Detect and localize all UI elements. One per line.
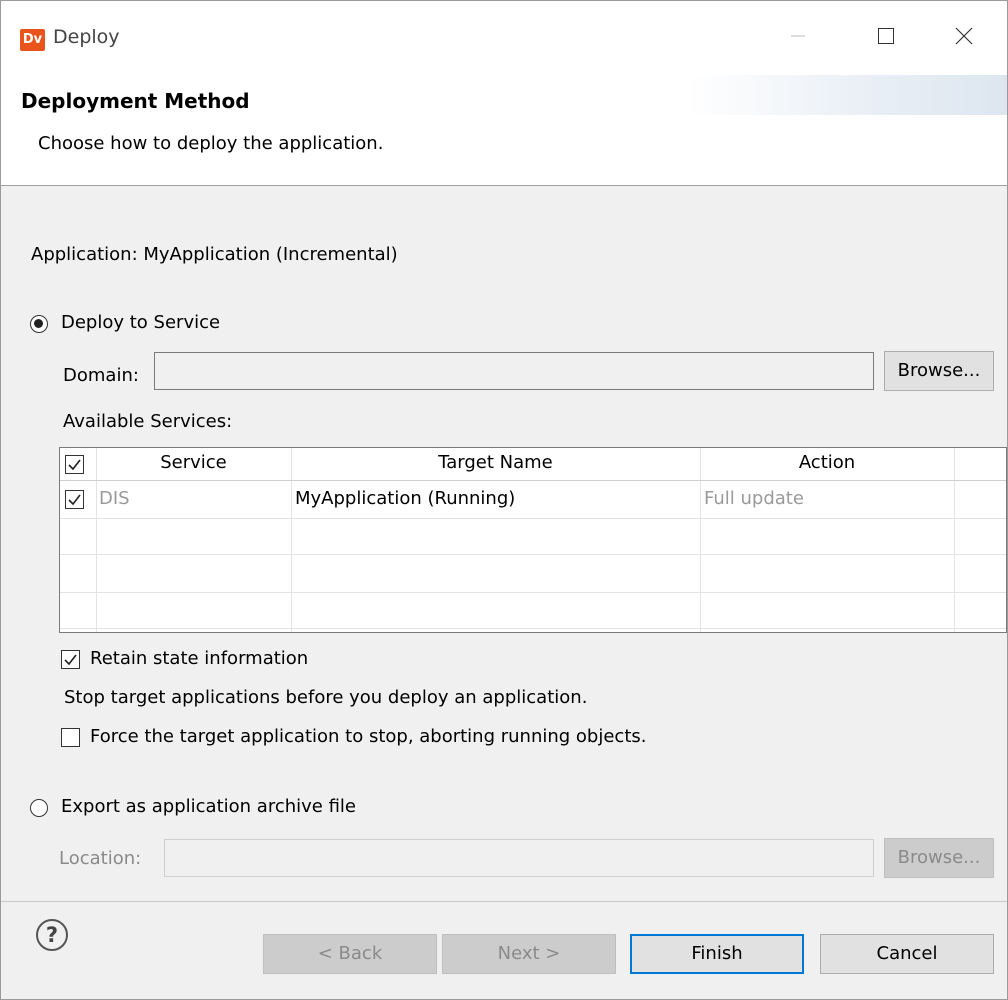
target-name-cell: MyApplication (Running) [295,488,516,509]
action-cell[interactable]: Full update [704,488,804,509]
check-icon [68,459,81,471]
force-stop-checkbox[interactable] [61,728,80,747]
title-bar: Dv Deploy [1,1,1007,75]
retain-state-checkbox[interactable] [61,650,80,669]
header-banner-graphic [687,75,1007,115]
column-header-target-name[interactable]: Target Name [291,452,700,473]
force-stop-label[interactable]: Force the target application to stop, ab… [90,726,647,747]
deploy-to-service-label[interactable]: Deploy to Service [61,312,220,333]
page-description: Choose how to deploy the application. [38,133,384,154]
service-cell: DIS [99,488,130,509]
maximize-button[interactable] [863,15,909,57]
deploy-dialog: Dv Deploy Deployment Method Choose how t… [0,0,1008,1000]
cancel-button[interactable]: Cancel [820,934,994,974]
next-button[interactable]: Next > [442,934,616,974]
location-label: Location: [59,848,142,869]
minimize-icon [791,35,805,37]
domain-label: Domain: [63,365,139,386]
check-icon [68,494,81,506]
finish-button[interactable]: Finish [630,934,804,974]
check-icon [64,654,77,666]
services-table: Service Target Name Action DIS MyApplica… [59,447,1007,633]
application-label: Application: MyApplication (Incremental) [31,244,398,265]
back-button[interactable]: < Back [263,934,437,974]
select-all-checkbox[interactable] [65,455,84,474]
export-archive-radio[interactable] [30,799,48,817]
domain-input[interactable] [154,352,874,390]
export-archive-label[interactable]: Export as application archive file [61,796,356,817]
available-services-label: Available Services: [63,411,233,432]
deploy-to-service-radio[interactable] [30,315,48,333]
domain-browse-button[interactable]: Browse... [884,351,994,391]
row-checkbox[interactable] [65,490,84,509]
page-title: Deployment Method [21,89,250,113]
app-logo-icon: Dv [20,29,45,51]
column-header-action[interactable]: Action [700,452,954,473]
location-input[interactable] [164,839,874,877]
footer-divider [1,901,1007,902]
help-icon[interactable]: ? [36,919,68,951]
close-button[interactable] [941,15,987,57]
stop-note: Stop target applications before you depl… [64,687,588,708]
wizard-header: Deployment Method Choose how to deploy t… [1,75,1007,186]
column-header-service[interactable]: Service [96,452,291,473]
close-icon [955,27,973,45]
maximize-icon [878,28,894,44]
minimize-button[interactable] [775,15,821,57]
retain-state-label[interactable]: Retain state information [90,648,308,669]
location-browse-button[interactable]: Browse... [884,838,994,878]
window-title: Deploy [53,26,120,48]
